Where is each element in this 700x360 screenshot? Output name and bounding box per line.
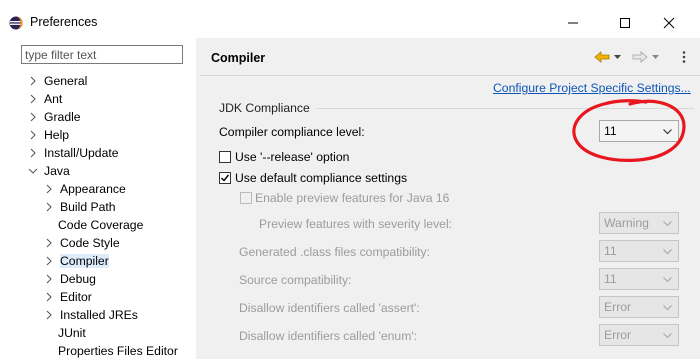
tree-item-installed-jres[interactable]: Installed JREs <box>44 306 138 324</box>
tree-item-label: General <box>44 74 88 88</box>
tree-item-gradle[interactable]: Gradle <box>28 108 81 126</box>
chevron-right-icon[interactable] <box>44 292 54 302</box>
tree-item-label: Install/Update <box>44 146 119 160</box>
close-button[interactable] <box>658 12 680 34</box>
configure-project-settings-link[interactable]: Configure Project Specific Settings... <box>493 81 691 95</box>
tree-item-label: Code Coverage <box>58 218 144 232</box>
chevron-down-icon <box>663 249 672 255</box>
enum-identifier-select[interactable]: Error <box>599 324 679 346</box>
annotation-circle <box>572 99 686 162</box>
maximize-button[interactable] <box>614 12 636 34</box>
tree-item-label: Debug <box>60 272 96 286</box>
chevron-down-icon <box>663 277 672 283</box>
tree-item-compiler[interactable]: Compiler <box>44 252 109 270</box>
chevron-down-icon[interactable] <box>28 166 38 176</box>
minimize-button[interactable] <box>562 12 584 34</box>
jdk-compliance-group-title: JDK Compliance <box>219 101 310 115</box>
generated-compatibility-label: Generated .class files compatibility: <box>239 245 431 259</box>
back-arrow-icon <box>594 51 610 63</box>
source-compatibility-select[interactable]: 11 <box>599 268 679 290</box>
tree-item-label: Properties Files Editor <box>58 344 178 358</box>
view-menu-button[interactable] <box>676 48 692 66</box>
back-button[interactable] <box>594 48 622 66</box>
use-release-checkbox[interactable] <box>219 151 231 163</box>
chevron-down-icon[interactable] <box>651 53 660 61</box>
forward-arrow-icon <box>632 51 648 63</box>
chevron-right-icon[interactable] <box>44 256 54 266</box>
tree-item-label: Appearance <box>60 182 126 196</box>
generated-compatibility-value: 11 <box>604 244 617 258</box>
tree-item-label: Help <box>44 128 70 142</box>
tree-item-code-style[interactable]: Code Style <box>44 234 120 252</box>
chevron-down-icon <box>663 305 672 311</box>
tree-item-debug[interactable]: Debug <box>44 270 96 288</box>
tree-item-label: Ant <box>44 92 63 106</box>
tree-item-label: JUnit <box>58 326 86 340</box>
chevron-down-icon[interactable] <box>613 53 622 61</box>
source-compatibility-value: 11 <box>604 272 617 286</box>
use-default-label[interactable]: Use default compliance settings <box>235 171 407 185</box>
tree-item-java[interactable]: Java <box>28 162 70 180</box>
use-default-checkbox[interactable] <box>219 172 231 184</box>
window-title: Preferences <box>30 15 98 29</box>
tree-item-properties-files-editor[interactable]: Properties Files Editor <box>58 342 178 360</box>
more-vertical-icon <box>682 51 686 63</box>
source-compatibility-label: Source compatibility: <box>239 273 352 287</box>
close-icon <box>663 17 675 29</box>
page-title: Compiler <box>211 51 266 65</box>
filter-input[interactable] <box>21 45 183 64</box>
tree-item-label: Build Path <box>60 200 116 214</box>
checkmark-icon <box>221 174 230 182</box>
enable-preview-checkbox[interactable] <box>240 192 252 204</box>
tree-item-label: Gradle <box>44 110 81 124</box>
chevron-right-icon[interactable] <box>44 202 54 212</box>
maximize-icon <box>620 18 630 28</box>
tree-item-build-path[interactable]: Build Path <box>44 198 116 216</box>
tree-item-code-coverage[interactable]: Code Coverage <box>58 216 143 234</box>
tree-item-junit[interactable]: JUnit <box>58 324 86 342</box>
tree-item-install-update[interactable]: Install/Update <box>28 144 119 162</box>
tree-item-editor[interactable]: Editor <box>44 288 92 306</box>
compliance-level-label: Compiler compliance level: <box>219 125 365 139</box>
chevron-down-icon <box>663 221 672 227</box>
tree-item-general[interactable]: General <box>28 72 87 90</box>
tree-item-label: Compiler <box>60 254 109 268</box>
enable-preview-label[interactable]: Enable preview features for Java 16 <box>255 191 449 205</box>
preview-severity-value: Warning <box>604 216 649 230</box>
minimize-icon <box>568 22 578 24</box>
tree-item-help[interactable]: Help <box>28 126 69 144</box>
tree-item-label: Java <box>44 164 70 178</box>
chevron-right-icon[interactable] <box>28 112 38 122</box>
chevron-right-icon[interactable] <box>28 94 38 104</box>
preview-severity-label: Preview features with severity level: <box>259 217 453 231</box>
assert-identifier-select[interactable]: Error <box>599 296 679 318</box>
assert-identifier-label: Disallow identifiers called 'assert': <box>239 301 420 315</box>
tree-item-label: Code Style <box>60 236 120 250</box>
enum-identifier-label: Disallow identifiers called 'enum': <box>239 329 418 343</box>
chevron-right-icon[interactable] <box>44 184 54 194</box>
tree-item-ant[interactable]: Ant <box>28 90 62 108</box>
chevron-right-icon[interactable] <box>28 130 38 140</box>
chevron-right-icon[interactable] <box>44 274 54 284</box>
generated-compatibility-select[interactable]: 11 <box>599 240 679 262</box>
preview-severity-select[interactable]: Warning <box>599 212 679 234</box>
tree-item-label: Editor <box>60 290 92 304</box>
header-divider <box>200 75 700 76</box>
chevron-right-icon[interactable] <box>44 310 54 320</box>
tree-item-label: Installed JREs <box>60 308 138 322</box>
forward-button[interactable] <box>632 48 660 66</box>
chevron-right-icon[interactable] <box>28 148 38 158</box>
eclipse-icon <box>9 16 23 30</box>
tree-item-appearance[interactable]: Appearance <box>44 180 126 198</box>
chevron-right-icon[interactable] <box>28 76 38 86</box>
enum-identifier-value: Error <box>604 328 632 342</box>
use-release-label[interactable]: Use '--release' option <box>235 150 349 164</box>
chevron-down-icon <box>663 333 672 339</box>
assert-identifier-value: Error <box>604 300 632 314</box>
chevron-right-icon[interactable] <box>44 238 54 248</box>
